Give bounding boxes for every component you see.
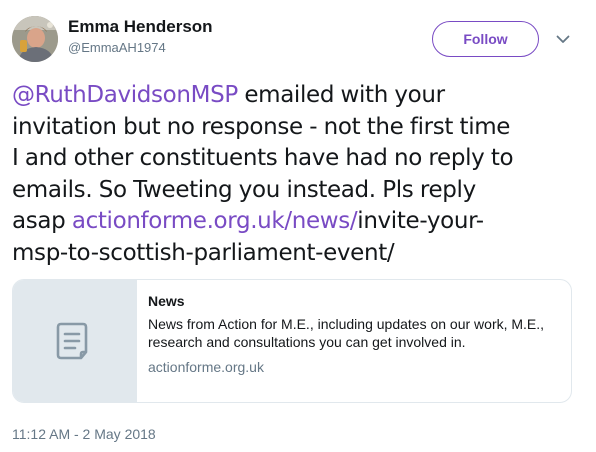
author-handle[interactable]: @EmmaAH1974 [68,40,166,55]
follow-button[interactable]: Follow [432,21,539,57]
chevron-down-icon[interactable] [554,30,572,48]
author-name[interactable]: Emma Henderson [68,17,213,37]
url-link[interactable]: actionforme.org.uk/news/ [72,208,358,234]
avatar[interactable] [12,16,58,62]
tweet-line: msp-to-scottish-parliament-event/ [12,239,395,266]
mention-link[interactable]: @RuthDavidsonMSP [12,82,238,108]
profile-photo [12,16,58,62]
link-preview-card[interactable]: News News from Action for M.E., includin… [12,279,572,403]
document-icon [56,322,88,360]
tweet-line: emails. So Tweeting you instead. Pls rep… [12,176,476,203]
tweet-line: I and other constituents have had no rep… [12,145,514,171]
card-title: News [148,293,185,309]
card-domain: actionforme.org.uk [148,359,264,375]
card-description: News from Action for M.E., including upd… [148,316,545,350]
tweet-text: @RuthDavidsonMSP emailed with your invit… [12,80,584,269]
card-thumbnail [13,280,137,402]
tweet-line: asap actionforme.org.uk/news/invite-your… [12,208,484,234]
card-body: News News from Action for M.E., includin… [148,292,558,376]
tweet-timestamp[interactable]: 11:12 AM - 2 May 2018 [12,426,156,442]
tweet-line: @RuthDavidsonMSP emailed with your [12,82,445,108]
tweet-line: invitation but no response - not the fir… [12,113,511,140]
